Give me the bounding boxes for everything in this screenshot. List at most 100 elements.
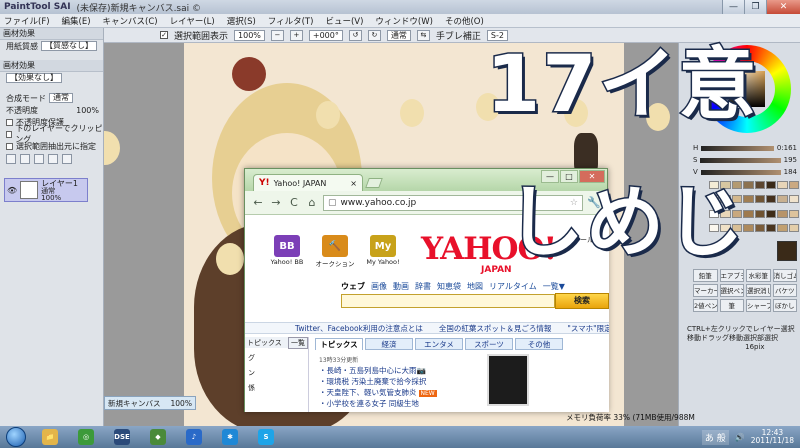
search-tab-realtime[interactable]: リアルタイム xyxy=(489,281,537,292)
browser-tab[interactable]: Y! Yahoo! JAPAN × xyxy=(253,174,363,191)
brush-size[interactable]: 16pix xyxy=(687,343,795,352)
color-swatch[interactable] xyxy=(788,195,799,204)
merge-layer-icon[interactable] xyxy=(48,154,58,164)
my-yahoo-link[interactable]: My My Yahoo! xyxy=(361,235,405,266)
search-tab-web[interactable]: ウェブ xyxy=(341,281,365,292)
rotate-right-button[interactable]: ↻ xyxy=(367,29,381,41)
check-row[interactable]: 選択範囲抽出元に指定 xyxy=(0,140,103,152)
menu-layer[interactable]: レイヤー(L) xyxy=(170,15,215,27)
taskbar-app-chrome[interactable]: ◎ xyxy=(69,427,103,447)
check-row[interactable]: 下のレイヤーでクリッピング xyxy=(0,124,103,144)
news-item[interactable]: ・長崎・五島列島中心に大雨📷 xyxy=(319,365,479,376)
taskbar-app-file-explorer[interactable]: 📁 xyxy=(33,427,67,447)
news-tab-entertainment[interactable]: エンタメ xyxy=(415,338,463,350)
tool-button[interactable]: 筆 xyxy=(719,299,744,312)
rotation-field[interactable]: +000° xyxy=(308,29,343,41)
left-topic-item[interactable]: 係 xyxy=(245,383,308,393)
paper-quality-select[interactable]: 【質感なし】 xyxy=(41,41,97,51)
search-input[interactable] xyxy=(341,294,555,308)
news-tab-sports[interactable]: スポーツ xyxy=(465,338,513,350)
tool-button[interactable]: 消しゴム xyxy=(772,269,797,282)
hue-slider-row[interactable]: H 0:161 xyxy=(693,143,797,153)
menu-canvas[interactable]: キャンバス(C) xyxy=(103,15,158,27)
preserve-opacity-checkbox[interactable] xyxy=(6,118,13,126)
color-swatch[interactable] xyxy=(788,223,799,232)
paper-effect-select[interactable]: 【効果なし】 xyxy=(6,73,62,83)
paper-effect-slider[interactable] xyxy=(0,84,103,92)
menu-window[interactable]: ウィンドウ(W) xyxy=(375,15,433,27)
search-tab-chiebukuro[interactable]: 知恵袋 xyxy=(437,281,461,292)
selection-source-checkbox[interactable] xyxy=(6,142,13,150)
menu-select[interactable]: 選択(S) xyxy=(227,15,256,27)
left-topic-item[interactable]: ン xyxy=(245,368,308,378)
minimize-button[interactable]: — xyxy=(722,0,744,14)
rotate-left-button[interactable]: ↺ xyxy=(348,29,362,41)
speaker-icon[interactable]: 🔊 xyxy=(735,433,745,442)
color-swatch[interactable] xyxy=(765,195,777,204)
left-topic-item[interactable]: グ xyxy=(245,353,308,363)
color-swatch[interactable] xyxy=(754,223,765,232)
layer-item[interactable]: 👁 レイヤー1 通常 100% xyxy=(4,178,88,202)
zoom-in-button[interactable]: + xyxy=(289,29,303,41)
search-tab-video[interactable]: 動画 xyxy=(393,281,409,292)
blend-mode-select[interactable]: 通常 xyxy=(386,29,411,41)
back-button[interactable]: ← xyxy=(251,196,265,209)
search-tab-more[interactable]: 一覧▼ xyxy=(543,281,565,292)
color-swatch[interactable] xyxy=(765,209,777,218)
document-tab[interactable]: 新規キャンバス 100% xyxy=(104,396,196,410)
tool-button[interactable]: 選択消し xyxy=(746,284,771,297)
tool-button[interactable]: 選択ペン xyxy=(719,284,744,297)
search-tab-dictionary[interactable]: 辞書 xyxy=(415,281,431,292)
tool-button[interactable]: 2値ペン xyxy=(693,299,718,312)
ticker-link[interactable]: Twitter、Facebook利用の注意点とは xyxy=(295,323,423,333)
color-swatch[interactable] xyxy=(788,181,799,189)
color-swatch[interactable] xyxy=(777,195,788,204)
zoom-field[interactable]: 100% xyxy=(234,29,265,41)
clock[interactable]: 12:43 2011/11/18 xyxy=(751,429,794,445)
hue-slider[interactable] xyxy=(701,145,774,151)
news-tab-other[interactable]: その他 xyxy=(515,338,563,350)
taskbar-app-tool[interactable]: ✱ xyxy=(213,427,247,447)
auction-link[interactable]: 🔨 オークション xyxy=(313,235,357,268)
color-swatch[interactable] xyxy=(777,181,788,189)
yahoo-bb-link[interactable]: BB Yahoo! BB xyxy=(265,235,309,266)
tool-button[interactable]: ぼかし xyxy=(772,299,797,312)
main-color-swatch[interactable] xyxy=(777,241,797,261)
left-topics-more[interactable]: 一覧 xyxy=(288,336,308,349)
news-tab-topics[interactable]: トピックス xyxy=(315,338,363,350)
clipping-checkbox[interactable] xyxy=(6,130,13,138)
copy-layer-icon[interactable] xyxy=(34,154,44,164)
color-swatch[interactable] xyxy=(765,223,777,232)
search-button[interactable]: 検索 xyxy=(555,293,609,309)
ime-indicator[interactable]: あ 般 xyxy=(701,429,729,445)
reload-button[interactable]: C xyxy=(287,196,301,209)
home-button[interactable]: ⌂ xyxy=(305,196,319,209)
menu-filter[interactable]: フィルタ(T) xyxy=(268,15,314,27)
search-tab-map[interactable]: 地図 xyxy=(467,281,483,292)
ticker-link[interactable]: 全国の紅葉スポット＆見ごろ情報 xyxy=(439,323,552,333)
tool-button[interactable]: シャープペン xyxy=(746,299,771,312)
menu-file[interactable]: ファイル(F) xyxy=(4,15,50,27)
tool-button[interactable]: バケツ xyxy=(772,284,797,297)
start-button[interactable] xyxy=(0,426,32,448)
new-folder-icon[interactable] xyxy=(20,154,30,164)
opacity-row[interactable]: 不透明度 100% xyxy=(0,104,103,116)
layer-blend-mode-select[interactable]: 通常 xyxy=(49,93,73,103)
color-swatch[interactable] xyxy=(754,209,765,218)
menu-view[interactable]: ビュー(V) xyxy=(325,15,363,27)
ticker-link[interactable]: "スマホ"限定、 xyxy=(567,323,609,333)
eye-icon[interactable]: 👁 xyxy=(7,186,17,195)
menu-other[interactable]: その他(O) xyxy=(445,15,484,27)
color-swatch[interactable] xyxy=(754,181,765,189)
taskbar-app-skype[interactable]: S xyxy=(249,427,283,447)
delete-layer-icon[interactable] xyxy=(62,154,72,164)
menu-edit[interactable]: 編集(E) xyxy=(62,15,91,27)
tool-button[interactable]: マーカー xyxy=(693,284,718,297)
color-swatch[interactable] xyxy=(777,209,788,218)
color-swatch[interactable] xyxy=(754,195,765,204)
forward-button[interactable]: → xyxy=(269,196,283,209)
new-layer-icon[interactable] xyxy=(6,154,16,164)
color-swatch[interactable] xyxy=(788,209,799,218)
taskbar-app-music[interactable]: ♪ xyxy=(177,427,211,447)
zoom-out-button[interactable]: − xyxy=(270,29,284,41)
